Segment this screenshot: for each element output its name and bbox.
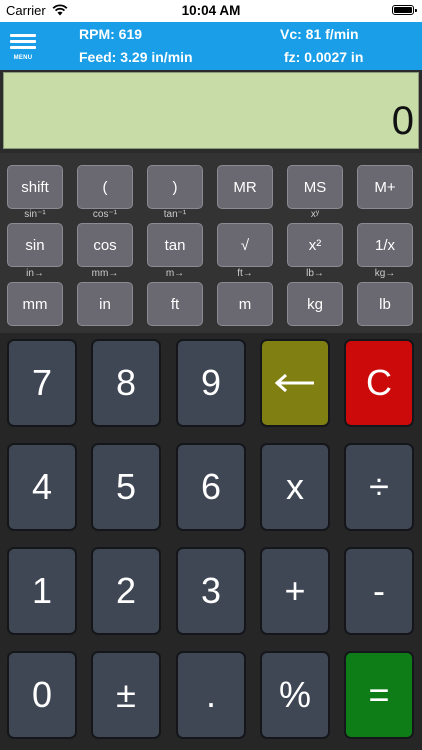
digit-1-button[interactable]: 1 (7, 547, 77, 635)
menu-icon (10, 34, 36, 37)
memory-add-button[interactable]: M+ (357, 165, 413, 209)
tan-button[interactable]: tan (147, 223, 203, 267)
cos-button[interactable]: cos (77, 223, 133, 267)
sublabel-kg-conv: kg→ (374, 268, 396, 279)
menu-button[interactable]: MENU (8, 34, 38, 64)
number-keypad: 7 8 9 C 4 5 6 x ÷ 1 2 3 + - 0 ± . % = (0, 333, 422, 750)
feed-readout: Feed: 3.29 in/min (79, 49, 193, 65)
sublabel-in-conv: in→ (26, 268, 44, 279)
digit-4-button[interactable]: 4 (7, 443, 77, 531)
sublabel-power: xʸ (310, 209, 320, 220)
ft-button[interactable]: ft (147, 282, 203, 326)
digit-7-button[interactable]: 7 (7, 339, 77, 427)
backspace-button[interactable] (260, 339, 330, 427)
status-time: 10:04 AM (181, 3, 241, 18)
header-bar: MENU RPM: 619 Vc: 81 f/min Feed: 3.29 in… (0, 22, 422, 70)
close-paren-button[interactable]: ) (147, 165, 203, 209)
display-value: 0 (391, 99, 414, 143)
divide-button[interactable]: ÷ (344, 443, 414, 531)
sublabel-asin: sin⁻¹ (24, 209, 46, 220)
digit-9-button[interactable]: 9 (176, 339, 246, 427)
mm-button[interactable]: mm (7, 282, 63, 326)
function-keypad: shift ( ) MR MS M+ sin⁻¹ cos⁻¹ tan⁻¹ xʸ … (0, 153, 422, 333)
open-paren-button[interactable]: ( (77, 165, 133, 209)
multiply-button[interactable]: x (260, 443, 330, 531)
sublabel-mm-conv: mm→ (91, 268, 119, 279)
sublabel-atan: tan⁻¹ (163, 209, 187, 220)
sublabel-lb-conv: lb→ (306, 268, 324, 279)
digit-0-button[interactable]: 0 (7, 651, 77, 739)
digit-5-button[interactable]: 5 (91, 443, 161, 531)
equals-button[interactable]: = (344, 651, 414, 739)
battery-icon (392, 5, 417, 15)
m-button[interactable]: m (217, 282, 273, 326)
backspace-arrow-icon (274, 373, 314, 393)
vc-readout: Vc: 81 f/min (280, 26, 359, 42)
sublabel-acos: cos⁻¹ (92, 209, 118, 220)
sublabel-ft-conv: ft→ (237, 268, 253, 279)
minus-button[interactable]: - (344, 547, 414, 635)
sqrt-button[interactable]: √ (217, 223, 273, 267)
menu-label: MENU (13, 55, 33, 61)
sublabel-m-conv: m→ (165, 268, 185, 279)
memory-recall-button[interactable]: MR (217, 165, 273, 209)
square-button[interactable]: x² (287, 223, 343, 267)
kg-button[interactable]: kg (287, 282, 343, 326)
clear-button[interactable]: C (344, 339, 414, 427)
digit-6-button[interactable]: 6 (176, 443, 246, 531)
calculator-display: 0 (3, 72, 419, 149)
digit-2-button[interactable]: 2 (91, 547, 161, 635)
status-bar: Carrier 10:04 AM (0, 0, 422, 22)
sin-button[interactable]: sin (7, 223, 63, 267)
memory-store-button[interactable]: MS (287, 165, 343, 209)
percent-button[interactable]: % (260, 651, 330, 739)
plus-minus-button[interactable]: ± (91, 651, 161, 739)
digit-8-button[interactable]: 8 (91, 339, 161, 427)
lb-button[interactable]: lb (357, 282, 413, 326)
decimal-button[interactable]: . (176, 651, 246, 739)
digit-3-button[interactable]: 3 (176, 547, 246, 635)
plus-button[interactable]: + (260, 547, 330, 635)
rpm-readout: RPM: 619 (79, 26, 143, 42)
shift-button[interactable]: shift (7, 165, 63, 209)
in-button[interactable]: in (77, 282, 133, 326)
reciprocal-button[interactable]: 1/x (357, 223, 413, 267)
fz-readout: fz: 0.0027 in (284, 49, 364, 65)
